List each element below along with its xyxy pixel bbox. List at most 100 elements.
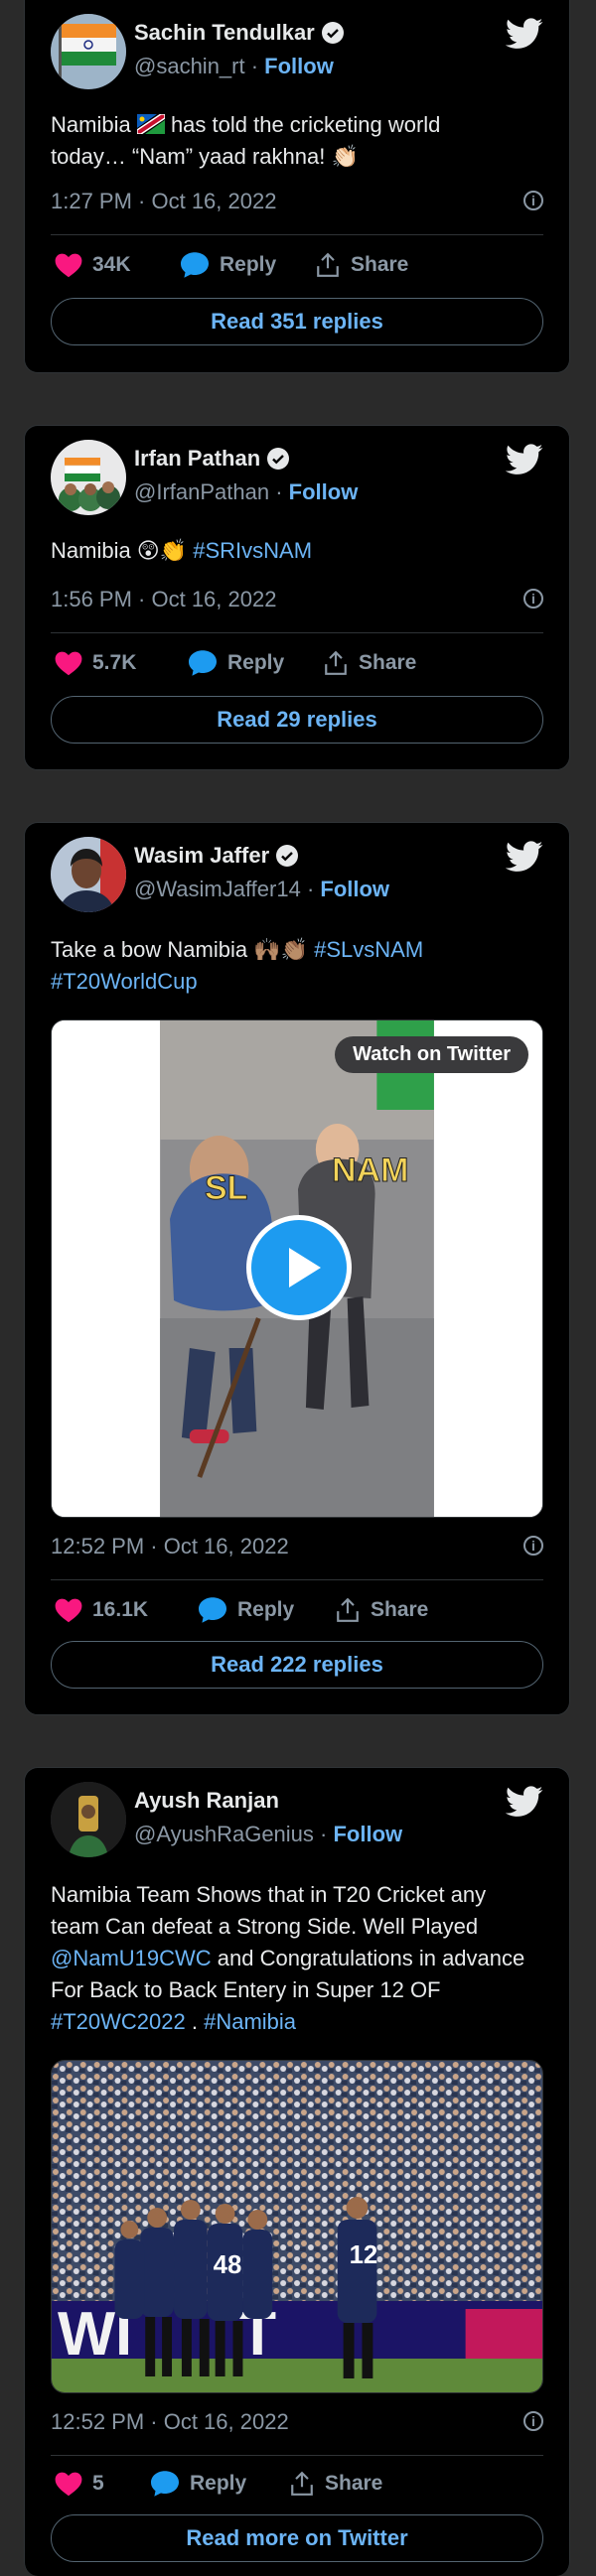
twitter-bird-icon[interactable]	[506, 841, 543, 873]
share-icon	[325, 650, 347, 675]
jersey-number: 48	[214, 2251, 242, 2279]
read-replies-button[interactable]: Read 222 replies	[51, 1641, 543, 1689]
tweet-photo[interactable]: WI T 48 12	[51, 2060, 543, 2393]
follow-button[interactable]: Follow	[320, 877, 389, 901]
reply-bubble-icon	[199, 1597, 226, 1623]
tweet-card-3: Wasim Jaffer @WasimJaffer14 · Follow Tak…	[24, 822, 570, 1715]
read-replies-button[interactable]: Read 29 replies	[51, 696, 543, 744]
info-icon[interactable]: i	[523, 1536, 543, 1556]
share-icon	[337, 1597, 359, 1622]
tweet-actions: 5 Reply Share	[51, 2467, 543, 2501]
tweet-actions: 5.7K Reply Share	[51, 646, 543, 680]
reply-bubble-icon	[151, 2471, 179, 2497]
tweet-card-2: Irfan Pathan @IrfanPathan · Follow Namib…	[24, 425, 570, 770]
namibia-flag-icon	[136, 113, 166, 135]
tweet-text: Namibia has told the cricketing world to…	[51, 112, 441, 169]
tweet-timestamp[interactable]: 12:52 PM · Oct 16, 2022	[51, 1534, 289, 1559]
author-handle[interactable]: @IrfanPathan	[134, 479, 269, 504]
twitter-bird-icon[interactable]	[506, 18, 543, 50]
tweet-card-1: Sachin Tendulkar @sachin_rt · Follow Nam…	[24, 0, 570, 373]
tweet-text: Take a bow Namibia 🙌🏽👏🏽 #SLvsNAM #T20Wor…	[51, 937, 424, 994]
heart-icon	[55, 651, 82, 676]
share-button[interactable]: Share	[335, 1593, 428, 1627]
tweet-timestamp[interactable]: 1:27 PM · Oct 16, 2022	[51, 189, 276, 214]
tweet-header: Wasim Jaffer @WasimJaffer14 · Follow	[51, 837, 543, 916]
avatar[interactable]	[51, 1782, 126, 1857]
verified-icon	[321, 22, 344, 44]
video-player[interactable]: Watch on Twitter SL NAM	[51, 1019, 543, 1518]
tweet-actions: 34K Reply Share	[51, 248, 543, 282]
tweet-timestamp[interactable]: 1:56 PM · Oct 16, 2022	[51, 587, 276, 612]
author-handle[interactable]: @AyushRaGenius	[134, 1822, 314, 1846]
like-count: 16.1K	[92, 1598, 149, 1621]
reply-bubble-icon	[181, 252, 209, 278]
like-button[interactable]: 34K	[55, 248, 131, 282]
info-icon[interactable]: i	[523, 2411, 543, 2431]
jersey-number: 12	[350, 2241, 378, 2269]
like-button[interactable]: 5.7K	[55, 646, 136, 680]
heart-icon	[55, 253, 82, 278]
follow-button[interactable]: Follow	[289, 479, 359, 504]
author-name[interactable]: Ayush Ranjan	[134, 1788, 279, 1814]
divider	[51, 632, 543, 633]
hashtag-link[interactable]: #Namibia	[204, 2009, 296, 2034]
divider	[51, 234, 543, 235]
share-button[interactable]: Share	[289, 2467, 382, 2501]
tweet-timestamp[interactable]: 12:52 PM · Oct 16, 2022	[51, 2409, 289, 2435]
info-icon[interactable]: i	[523, 589, 543, 609]
share-button[interactable]: Share	[323, 646, 416, 680]
mention-link[interactable]: @NamU19CWC	[51, 1946, 212, 1970]
follow-button[interactable]: Follow	[264, 54, 334, 78]
video-caption-right: NAM	[331, 1152, 409, 1190]
tweet-header: Irfan Pathan @IrfanPathan · Follow	[51, 440, 543, 519]
reply-button[interactable]: Reply	[198, 1593, 294, 1627]
reply-button[interactable]: Reply	[180, 248, 276, 282]
watch-on-twitter-badge[interactable]: Watch on Twitter	[335, 1036, 528, 1073]
tweet-text: Namibia Team Shows that in T20 Cricket a…	[51, 1882, 525, 2034]
info-icon[interactable]: i	[523, 191, 543, 210]
hashtag-link[interactable]: #T20WC2022	[51, 2009, 186, 2034]
video-caption-left: SL	[204, 1169, 248, 1208]
hashtag-link[interactable]: #SLvsNAM	[314, 937, 423, 962]
read-replies-button[interactable]: Read 351 replies	[51, 298, 543, 345]
author-handle[interactable]: @sachin_rt	[134, 54, 245, 78]
reply-button[interactable]: Reply	[188, 646, 284, 680]
play-button[interactable]	[246, 1215, 352, 1320]
cricket-team-photo: WI T 48 12	[52, 2061, 542, 2392]
reply-bubble-icon	[189, 650, 217, 676]
follow-button[interactable]: Follow	[333, 1822, 402, 1846]
tweet-card-4: Ayush Ranjan @AyushRaGenius · Follow Nam…	[24, 1767, 570, 2576]
divider	[51, 2455, 543, 2456]
like-button[interactable]: 5	[55, 2467, 104, 2501]
share-button[interactable]: Share	[315, 248, 408, 282]
author-name[interactable]: Sachin Tendulkar	[134, 20, 315, 46]
avatar[interactable]	[51, 837, 126, 912]
hashtag-link[interactable]: #SRIvsNAM	[193, 538, 312, 563]
verified-icon	[267, 448, 290, 470]
author-name[interactable]: Irfan Pathan	[134, 446, 260, 472]
like-button[interactable]: 16.1K	[55, 1593, 148, 1627]
heart-icon	[55, 2472, 82, 2497]
tweet-header: Sachin Tendulkar @sachin_rt · Follow	[51, 14, 543, 93]
tweet-text: Namibia 😲👏 #SRIvsNAM	[51, 538, 313, 563]
read-more-button[interactable]: Read more on Twitter	[51, 2514, 543, 2562]
reply-button[interactable]: Reply	[150, 2467, 246, 2501]
avatar[interactable]	[51, 14, 126, 89]
like-count: 34K	[92, 253, 131, 276]
like-count: 5	[92, 2472, 104, 2495]
author-handle[interactable]: @WasimJaffer14	[134, 877, 301, 901]
twitter-bird-icon[interactable]	[506, 444, 543, 475]
share-icon	[317, 252, 339, 277]
heart-icon	[55, 1598, 82, 1623]
verified-icon	[276, 845, 299, 867]
share-icon	[291, 2471, 313, 2496]
divider	[51, 1579, 543, 1580]
twitter-bird-icon[interactable]	[506, 1786, 543, 1818]
author-name[interactable]: Wasim Jaffer	[134, 843, 269, 869]
play-icon	[289, 1248, 321, 1288]
like-count: 5.7K	[92, 651, 137, 674]
avatar[interactable]	[51, 440, 126, 515]
hashtag-link[interactable]: #T20WorldCup	[51, 969, 198, 994]
tweet-actions: 16.1K Reply Share	[51, 1593, 543, 1627]
tweet-header: Ayush Ranjan @AyushRaGenius · Follow	[51, 1782, 543, 1861]
